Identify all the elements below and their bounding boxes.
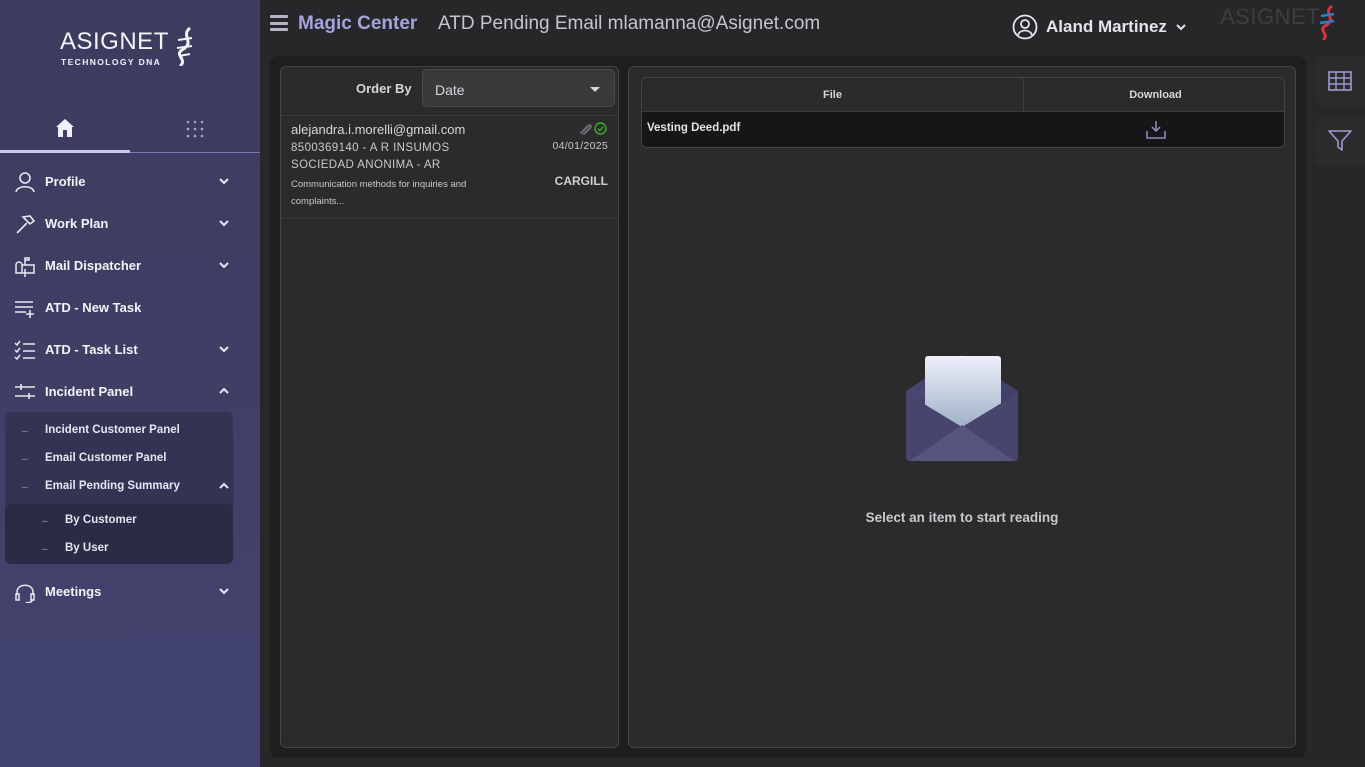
sidebar-item-label: By User [65, 542, 109, 554]
sidebar-item-label: Incident Panel [45, 383, 134, 399]
filter-button[interactable] [1315, 116, 1365, 166]
dna-logo-icon [176, 26, 193, 66]
empty-state: Select an item to start reading [629, 355, 1295, 545]
brand-tagline: TECHNOLOGY DNA [61, 57, 162, 67]
mailbox-icon [15, 257, 35, 277]
list-add-icon [15, 301, 34, 318]
hammer-icon [16, 215, 36, 234]
caret-down-icon [590, 87, 600, 92]
sidebar-item-work-plan[interactable]: Work Plan [0, 202, 260, 244]
attachment-name[interactable]: Vesting Deed.pdf [647, 122, 740, 134]
attachments-table: File Download Vesting Deed.pdf [641, 77, 1285, 148]
chevron-down-icon [1176, 24, 1186, 31]
sidebar-item-label: Incident Customer Panel [45, 424, 180, 436]
email-date: 04/01/2025 [552, 140, 608, 152]
email-preview: Communication methods for inquiries and … [291, 179, 467, 207]
sidebar-item-label: Mail Dispatcher [45, 257, 142, 273]
empty-state-message: Select an item to start reading [865, 510, 1059, 525]
bullet-dash: – [42, 544, 48, 555]
email-list-pane: Order By Date alejandra.i.morelli@gmail.… [280, 66, 619, 748]
paperclip-icon [579, 123, 592, 135]
page-subtitle: ATD Pending Email mlamanna@Asignet.com [438, 13, 821, 34]
sidebar-item-label: ATD - New Task [45, 299, 142, 315]
page-title: Magic Center [298, 13, 418, 34]
bullet-dash: – [42, 516, 48, 527]
tab-apps[interactable] [130, 105, 260, 153]
bullet-dash: – [22, 454, 28, 465]
tab-home[interactable] [0, 105, 130, 153]
bullet-dash: – [22, 482, 28, 493]
sidebar-item-email-customer-panel[interactable]: – Email Customer Panel [5, 444, 233, 472]
reading-pane: File Download Vesting Deed.pdf Select an… [628, 66, 1296, 748]
user-icon [15, 172, 35, 193]
chevron-down-icon [219, 588, 229, 595]
top-header: Magic Center ATD Pending Email mlamanna@… [260, 0, 1365, 52]
order-by-select[interactable]: Date [422, 69, 615, 107]
brand-logo[interactable]: ASIGNET TECHNOLOGY DNA [60, 26, 200, 70]
incident-panel-submenu: – Incident Customer Panel – Email Custom… [5, 412, 233, 564]
user-name: Aland Martinez [1046, 17, 1167, 36]
check-circle-icon [594, 122, 607, 135]
bullet-dash: – [22, 426, 28, 437]
attachments-header: File Download [642, 78, 1284, 112]
sidebar: ASIGNET TECHNOLOGY DNA Profile Work Plan… [0, 0, 260, 767]
sidebar-item-mail-dispatcher[interactable]: Mail Dispatcher [0, 244, 260, 286]
user-menu[interactable]: Aland Martinez [1012, 13, 1187, 41]
open-envelope-icon [906, 355, 1018, 461]
table-row: Vesting Deed.pdf [642, 112, 1284, 147]
table-view-button[interactable] [1315, 56, 1365, 106]
sidebar-item-email-pending-summary[interactable]: – Email Pending Summary [5, 472, 233, 500]
sidebar-item-label: Meetings [45, 583, 102, 599]
column-header-file[interactable]: File [642, 78, 1024, 112]
right-toolbar [1315, 56, 1365, 767]
sidebar-item-atd-new-task[interactable]: ATD - New Task [0, 286, 260, 328]
chevron-down-icon [219, 220, 229, 227]
headset-icon [15, 584, 35, 603]
sidebar-item-label: Email Pending Summary [45, 480, 180, 492]
brand-name: ASIGNET [60, 28, 169, 55]
menu-toggle-button[interactable] [270, 15, 288, 31]
brand-watermark: ASIGNET [1220, 4, 1321, 29]
sidebar-item-by-user[interactable]: – By User [5, 534, 233, 562]
dna-logo-icon [1319, 4, 1335, 40]
email-status-icons [578, 122, 607, 135]
sidebar-item-incident-customer-panel[interactable]: – Incident Customer Panel [5, 416, 233, 444]
sidebar-nav: Profile Work Plan Mail Dispatcher ATD - … [0, 160, 260, 612]
chevron-down-icon [219, 178, 229, 185]
email-sender: alejandra.i.morelli@gmail.com [291, 122, 466, 137]
list-item[interactable]: alejandra.i.morelli@gmail.com 8500369140… [281, 115, 618, 219]
sidebar-item-label: Email Customer Panel [45, 452, 167, 464]
chevron-up-icon [219, 482, 229, 489]
order-by-value: Date [435, 82, 465, 98]
home-icon [56, 118, 74, 137]
sidebar-item-atd-task-list[interactable]: ATD - Task List [0, 328, 260, 370]
email-subject: 8500369140 - A R INSUMOS SOCIEDAD ANONIM… [291, 142, 450, 171]
email-customer: CARGILL [554, 174, 608, 188]
sliders-icon [15, 384, 35, 399]
download-icon[interactable] [1145, 120, 1167, 140]
apps-grid-icon [186, 120, 204, 138]
sidebar-tabs [0, 105, 260, 153]
checklist-icon [14, 340, 35, 361]
user-avatar-icon [1012, 14, 1038, 40]
chevron-down-icon [219, 346, 229, 353]
order-by-label: Order By [356, 81, 412, 96]
email-pending-summary-submenu: – By Customer – By User [5, 504, 233, 564]
column-header-download[interactable]: Download [1025, 78, 1284, 112]
sidebar-item-meetings[interactable]: Meetings [0, 570, 260, 612]
chevron-up-icon [219, 387, 229, 394]
filter-icon [1328, 130, 1352, 151]
sidebar-item-label: Work Plan [45, 215, 109, 231]
table-icon [1328, 71, 1352, 91]
sidebar-item-label: By Customer [65, 514, 137, 526]
sidebar-item-by-customer[interactable]: – By Customer [5, 506, 233, 534]
sidebar-item-label: ATD - Task List [45, 341, 138, 357]
sidebar-item-profile[interactable]: Profile [0, 160, 260, 202]
sidebar-item-incident-panel[interactable]: Incident Panel [0, 370, 260, 412]
chevron-down-icon [219, 262, 229, 269]
sidebar-item-label: Profile [45, 173, 86, 189]
